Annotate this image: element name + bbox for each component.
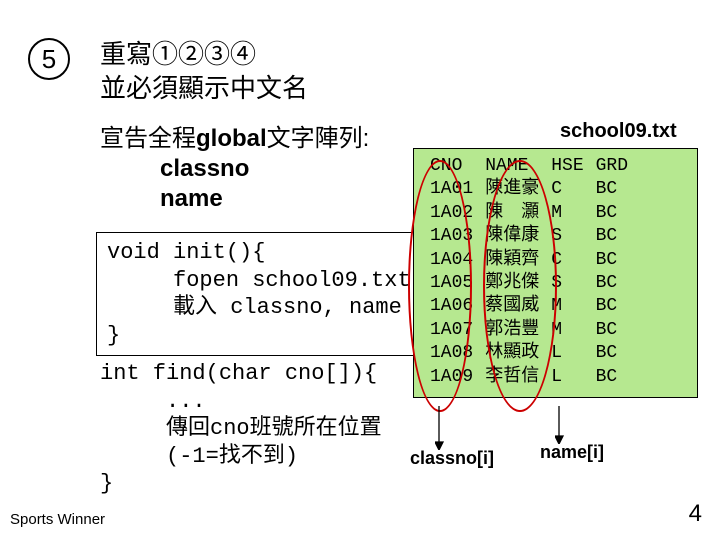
slide: 5 重寫①②③④ 並必須顯示中文名 宣告全程global文字陣列: classn… <box>0 0 720 540</box>
table-cell: BC <box>590 202 634 225</box>
table-cell: BC <box>590 342 634 365</box>
decl-prefix: 宣告全程 <box>100 125 196 152</box>
step-number-circle: 5 <box>28 38 70 80</box>
table-cell: BC <box>590 366 634 389</box>
ellipse-cno <box>408 160 472 412</box>
table-cell: BC <box>590 225 634 248</box>
th-grd: GRD <box>590 155 634 178</box>
table-cell: BC <box>590 178 634 201</box>
ellipse-name <box>483 160 557 412</box>
table-cell: BC <box>590 272 634 295</box>
table-cell: L <box>545 366 589 389</box>
table-cell: BC <box>590 295 634 318</box>
title-line1: 重寫①②③④ <box>100 38 308 72</box>
table-cell: BC <box>590 319 634 342</box>
title-line2: 並必須顯示中文名 <box>100 72 308 106</box>
declaration-block: 宣告全程global文字陣列: classno name <box>100 124 369 214</box>
arrow-classno <box>435 404 465 450</box>
arrow-name <box>555 404 585 444</box>
table-cell: BC <box>590 249 634 272</box>
decl-classno: classno <box>100 154 369 184</box>
decl-bold-global: global <box>196 125 267 152</box>
table-cell: C <box>545 178 589 201</box>
decl-suffix: 文字陣列: <box>267 125 370 152</box>
label-name-i: name[i] <box>540 442 604 463</box>
page-number: 4 <box>689 500 702 528</box>
th-hse: HSE <box>545 155 589 178</box>
footer-left: Sports Winner <box>10 511 105 528</box>
decl-name: name <box>100 184 369 214</box>
title-block: 重寫①②③④ 並必須顯示中文名 <box>100 38 308 106</box>
label-classno-i: classno[i] <box>410 448 494 469</box>
decl-line1: 宣告全程global文字陣列: <box>100 124 369 154</box>
code-init: void init(){ fopen school09.txt 載入 class… <box>96 232 414 356</box>
code-find: int find(char cno[]){ ... 傳回cno班號所在位置 (-… <box>100 360 382 498</box>
file-name-label: school09.txt <box>560 120 677 143</box>
